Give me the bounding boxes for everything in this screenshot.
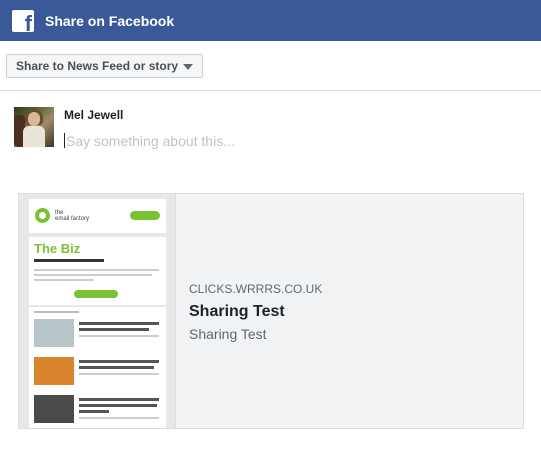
share-destination-dropdown[interactable]: Share to News Feed or story xyxy=(6,54,203,78)
text-cursor xyxy=(64,133,65,148)
dialog-header: f Share on Facebook xyxy=(0,0,541,41)
divider xyxy=(0,90,541,91)
link-domain: CLICKS.WRRRS.CO.UK xyxy=(189,282,323,296)
link-title: Sharing Test xyxy=(189,303,285,320)
caret-down-icon xyxy=(183,64,193,70)
dialog-title: Share on Facebook xyxy=(45,13,175,29)
facebook-logo-icon: f xyxy=(12,10,34,32)
share-message-input[interactable] xyxy=(66,131,526,151)
user-name: Mel Jewell xyxy=(64,108,124,122)
share-destination-label: Share to News Feed or story xyxy=(16,59,179,73)
link-preview-card[interactable]: the email factory The Biz CLICKS.WRRRS.C… xyxy=(18,193,524,429)
link-description: Sharing Test xyxy=(189,326,267,342)
link-preview-thumbnail: the email factory The Biz xyxy=(19,194,176,428)
link-preview-meta: CLICKS.WRRRS.CO.UK Sharing Test Sharing … xyxy=(189,282,509,342)
avatar xyxy=(14,107,54,147)
